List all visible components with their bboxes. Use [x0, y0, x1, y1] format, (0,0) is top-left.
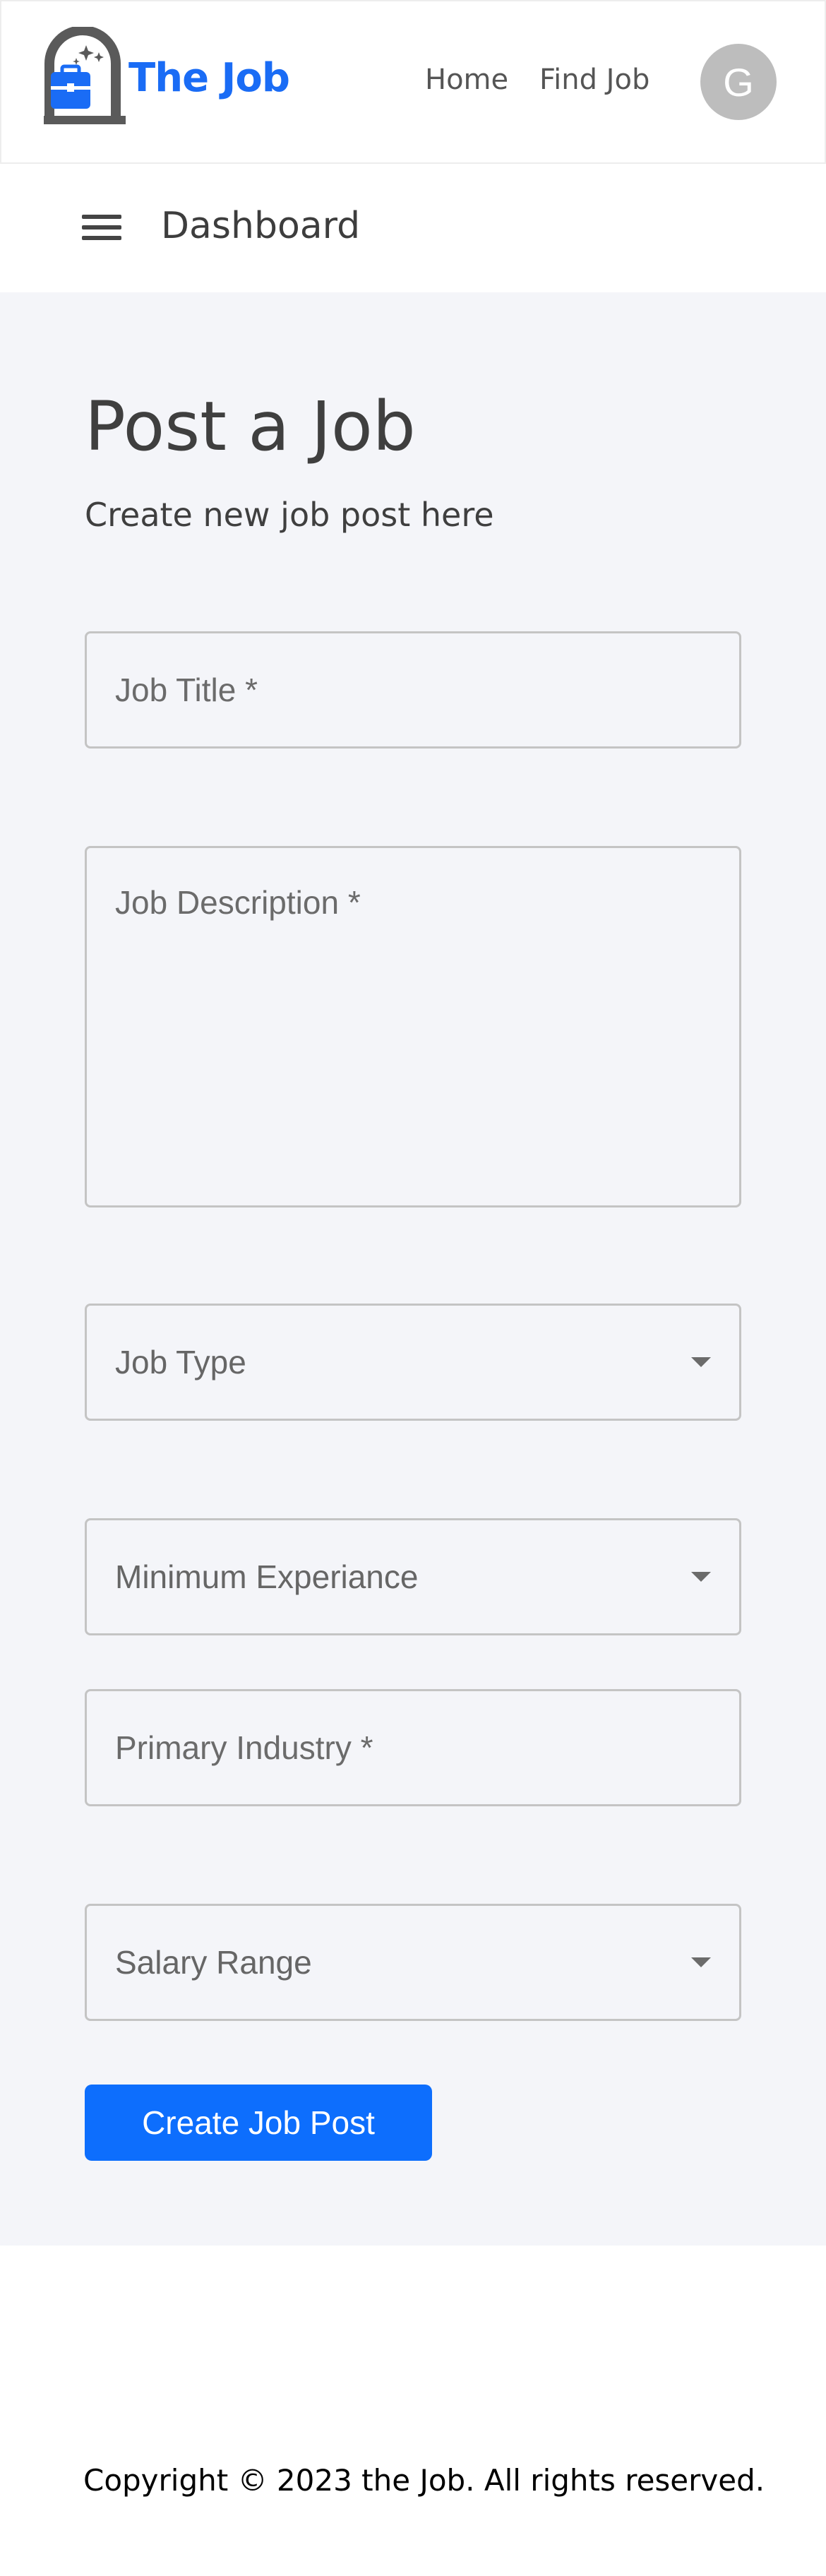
salary-range-label: Salary Range — [115, 1944, 312, 1981]
copyright-text: Copyright © 2023 the Job. All rights res… — [83, 2463, 765, 2498]
nav-link-find-job[interactable]: Find Job — [539, 64, 650, 96]
job-description-textarea[interactable] — [85, 846, 741, 1208]
create-job-post-button[interactable]: Create Job Post — [85, 2085, 432, 2161]
menu-line — [82, 225, 121, 229]
nav-link-home[interactable]: Home — [425, 64, 508, 96]
salary-range-select[interactable]: Salary Range — [85, 1904, 741, 2021]
primary-industry-input[interactable] — [85, 1689, 741, 1806]
door-briefcase-logo-icon — [44, 27, 126, 124]
top-navbar: The Job Home Find Job G — [0, 0, 826, 164]
dropdown-arrow-icon — [691, 1957, 711, 1967]
menu-line — [82, 236, 121, 240]
job-type-label: Job Type — [115, 1344, 246, 1381]
hamburger-menu-icon[interactable] — [82, 212, 121, 243]
brand-logo[interactable]: The Job — [44, 27, 290, 126]
post-job-section: Post a Job Create new job post here Job … — [0, 292, 826, 2246]
dashboard-title: Dashboard — [161, 205, 361, 247]
dropdown-arrow-icon — [691, 1572, 711, 1582]
page-title: Post a Job — [85, 387, 416, 466]
job-type-select[interactable]: Job Type — [85, 1304, 741, 1421]
menu-line — [82, 215, 121, 219]
avatar-initial: G — [723, 59, 754, 105]
page-subtitle: Create new job post here — [85, 496, 494, 534]
user-avatar[interactable]: G — [700, 44, 777, 120]
dropdown-arrow-icon — [691, 1357, 711, 1367]
job-title-input[interactable] — [85, 631, 741, 749]
brand-name: The Job — [128, 55, 290, 101]
minimum-experience-label: Minimum Experiance — [115, 1558, 419, 1595]
minimum-experience-select[interactable]: Minimum Experiance — [85, 1518, 741, 1635]
dashboard-bar: Dashboard — [0, 164, 826, 292]
